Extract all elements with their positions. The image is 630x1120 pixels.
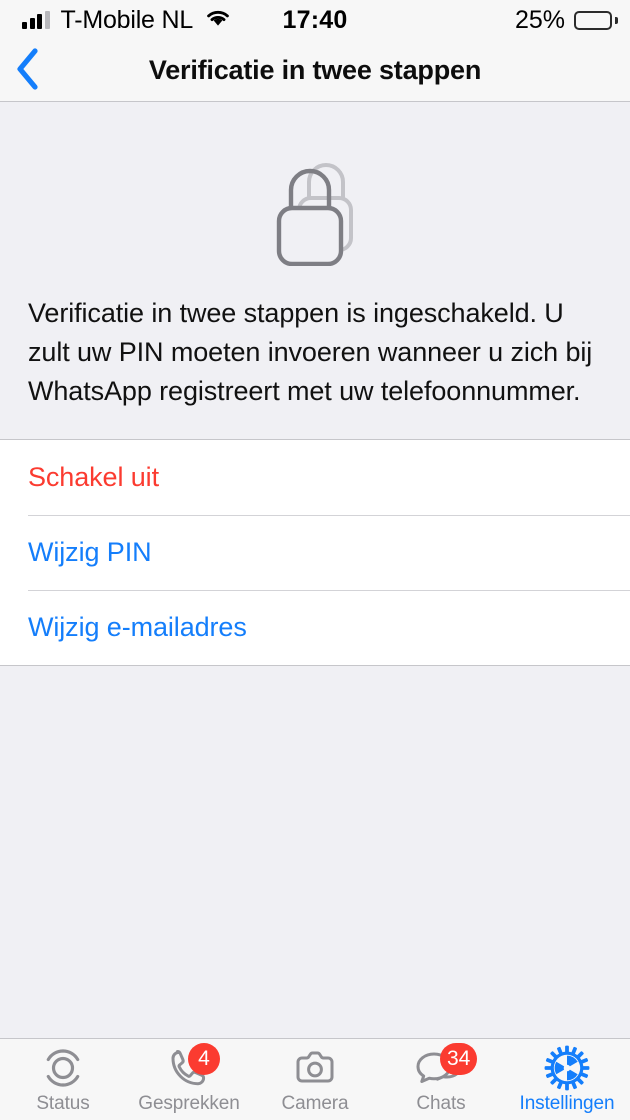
tab-label: Status bbox=[36, 1092, 90, 1114]
two-locks-icon bbox=[255, 146, 375, 267]
tab-gesprekken[interactable]: 4 Gesprekken bbox=[126, 1039, 252, 1120]
signal-bars-icon bbox=[22, 11, 50, 29]
change-email-row[interactable]: Wijzig e-mailadres bbox=[0, 589, 630, 665]
tab-label: Chats bbox=[416, 1092, 466, 1114]
carrier-label: T-Mobile NL bbox=[60, 5, 194, 34]
tab-label: Instellingen bbox=[519, 1092, 615, 1114]
chat-bubbles-icon: 34 bbox=[414, 1042, 478, 1091]
phone-icon: 4 bbox=[162, 1042, 220, 1091]
disable-two-step-row[interactable]: Schakel uit bbox=[0, 439, 630, 515]
back-button[interactable] bbox=[14, 40, 74, 101]
chevron-left-icon bbox=[14, 47, 40, 94]
description-text: Verificatie in twee stappen is ingeschak… bbox=[28, 298, 593, 406]
gear-icon bbox=[540, 1045, 594, 1091]
hero-section: Verificatie in twee stappen is ingeschak… bbox=[0, 102, 630, 439]
navigation-bar: Verificatie in twee stappen bbox=[0, 40, 630, 102]
battery-icon bbox=[574, 10, 618, 30]
status-bar-left: T-Mobile NL bbox=[22, 6, 232, 35]
status-bar: T-Mobile NL 17:40 25% bbox=[0, 0, 630, 40]
tab-camera[interactable]: Camera bbox=[252, 1039, 378, 1120]
change-pin-row[interactable]: Wijzig PIN bbox=[0, 514, 630, 590]
row-label: Wijzig PIN bbox=[28, 536, 152, 567]
camera-icon bbox=[288, 1045, 342, 1091]
tab-chats[interactable]: 34 Chats bbox=[378, 1039, 504, 1120]
row-label: Wijzig e-mailadres bbox=[28, 611, 247, 642]
empty-space bbox=[0, 665, 630, 1038]
status-rings-icon bbox=[36, 1045, 90, 1091]
wifi-icon bbox=[204, 7, 232, 33]
status-bar-right: 25% bbox=[514, 0, 618, 40]
badge-gesprekken: 4 bbox=[188, 1042, 220, 1075]
tab-label: Gesprekken bbox=[138, 1092, 240, 1114]
tab-bar: Status 4 Gesprekken Camera 34 Chats Instel… bbox=[0, 1038, 630, 1120]
tab-status[interactable]: Status bbox=[0, 1039, 126, 1120]
content-area: Verificatie in twee stappen is ingeschak… bbox=[0, 102, 630, 1038]
tab-instellingen[interactable]: Instellingen bbox=[504, 1039, 630, 1120]
battery-percent-label: 25% bbox=[514, 5, 565, 34]
actions-list: Schakel uit Wijzig PIN Wijzig e-mailadres bbox=[0, 438, 630, 666]
tab-label: Camera bbox=[281, 1092, 349, 1114]
clock-label: 17:40 bbox=[282, 5, 348, 34]
app-screen: T-Mobile NL 17:40 25% Verificatie in twe… bbox=[0, 0, 630, 1120]
row-label: Schakel uit bbox=[28, 461, 159, 492]
page-title: Verificatie in twee stappen bbox=[148, 55, 482, 85]
badge-chats: 34 bbox=[440, 1042, 478, 1075]
